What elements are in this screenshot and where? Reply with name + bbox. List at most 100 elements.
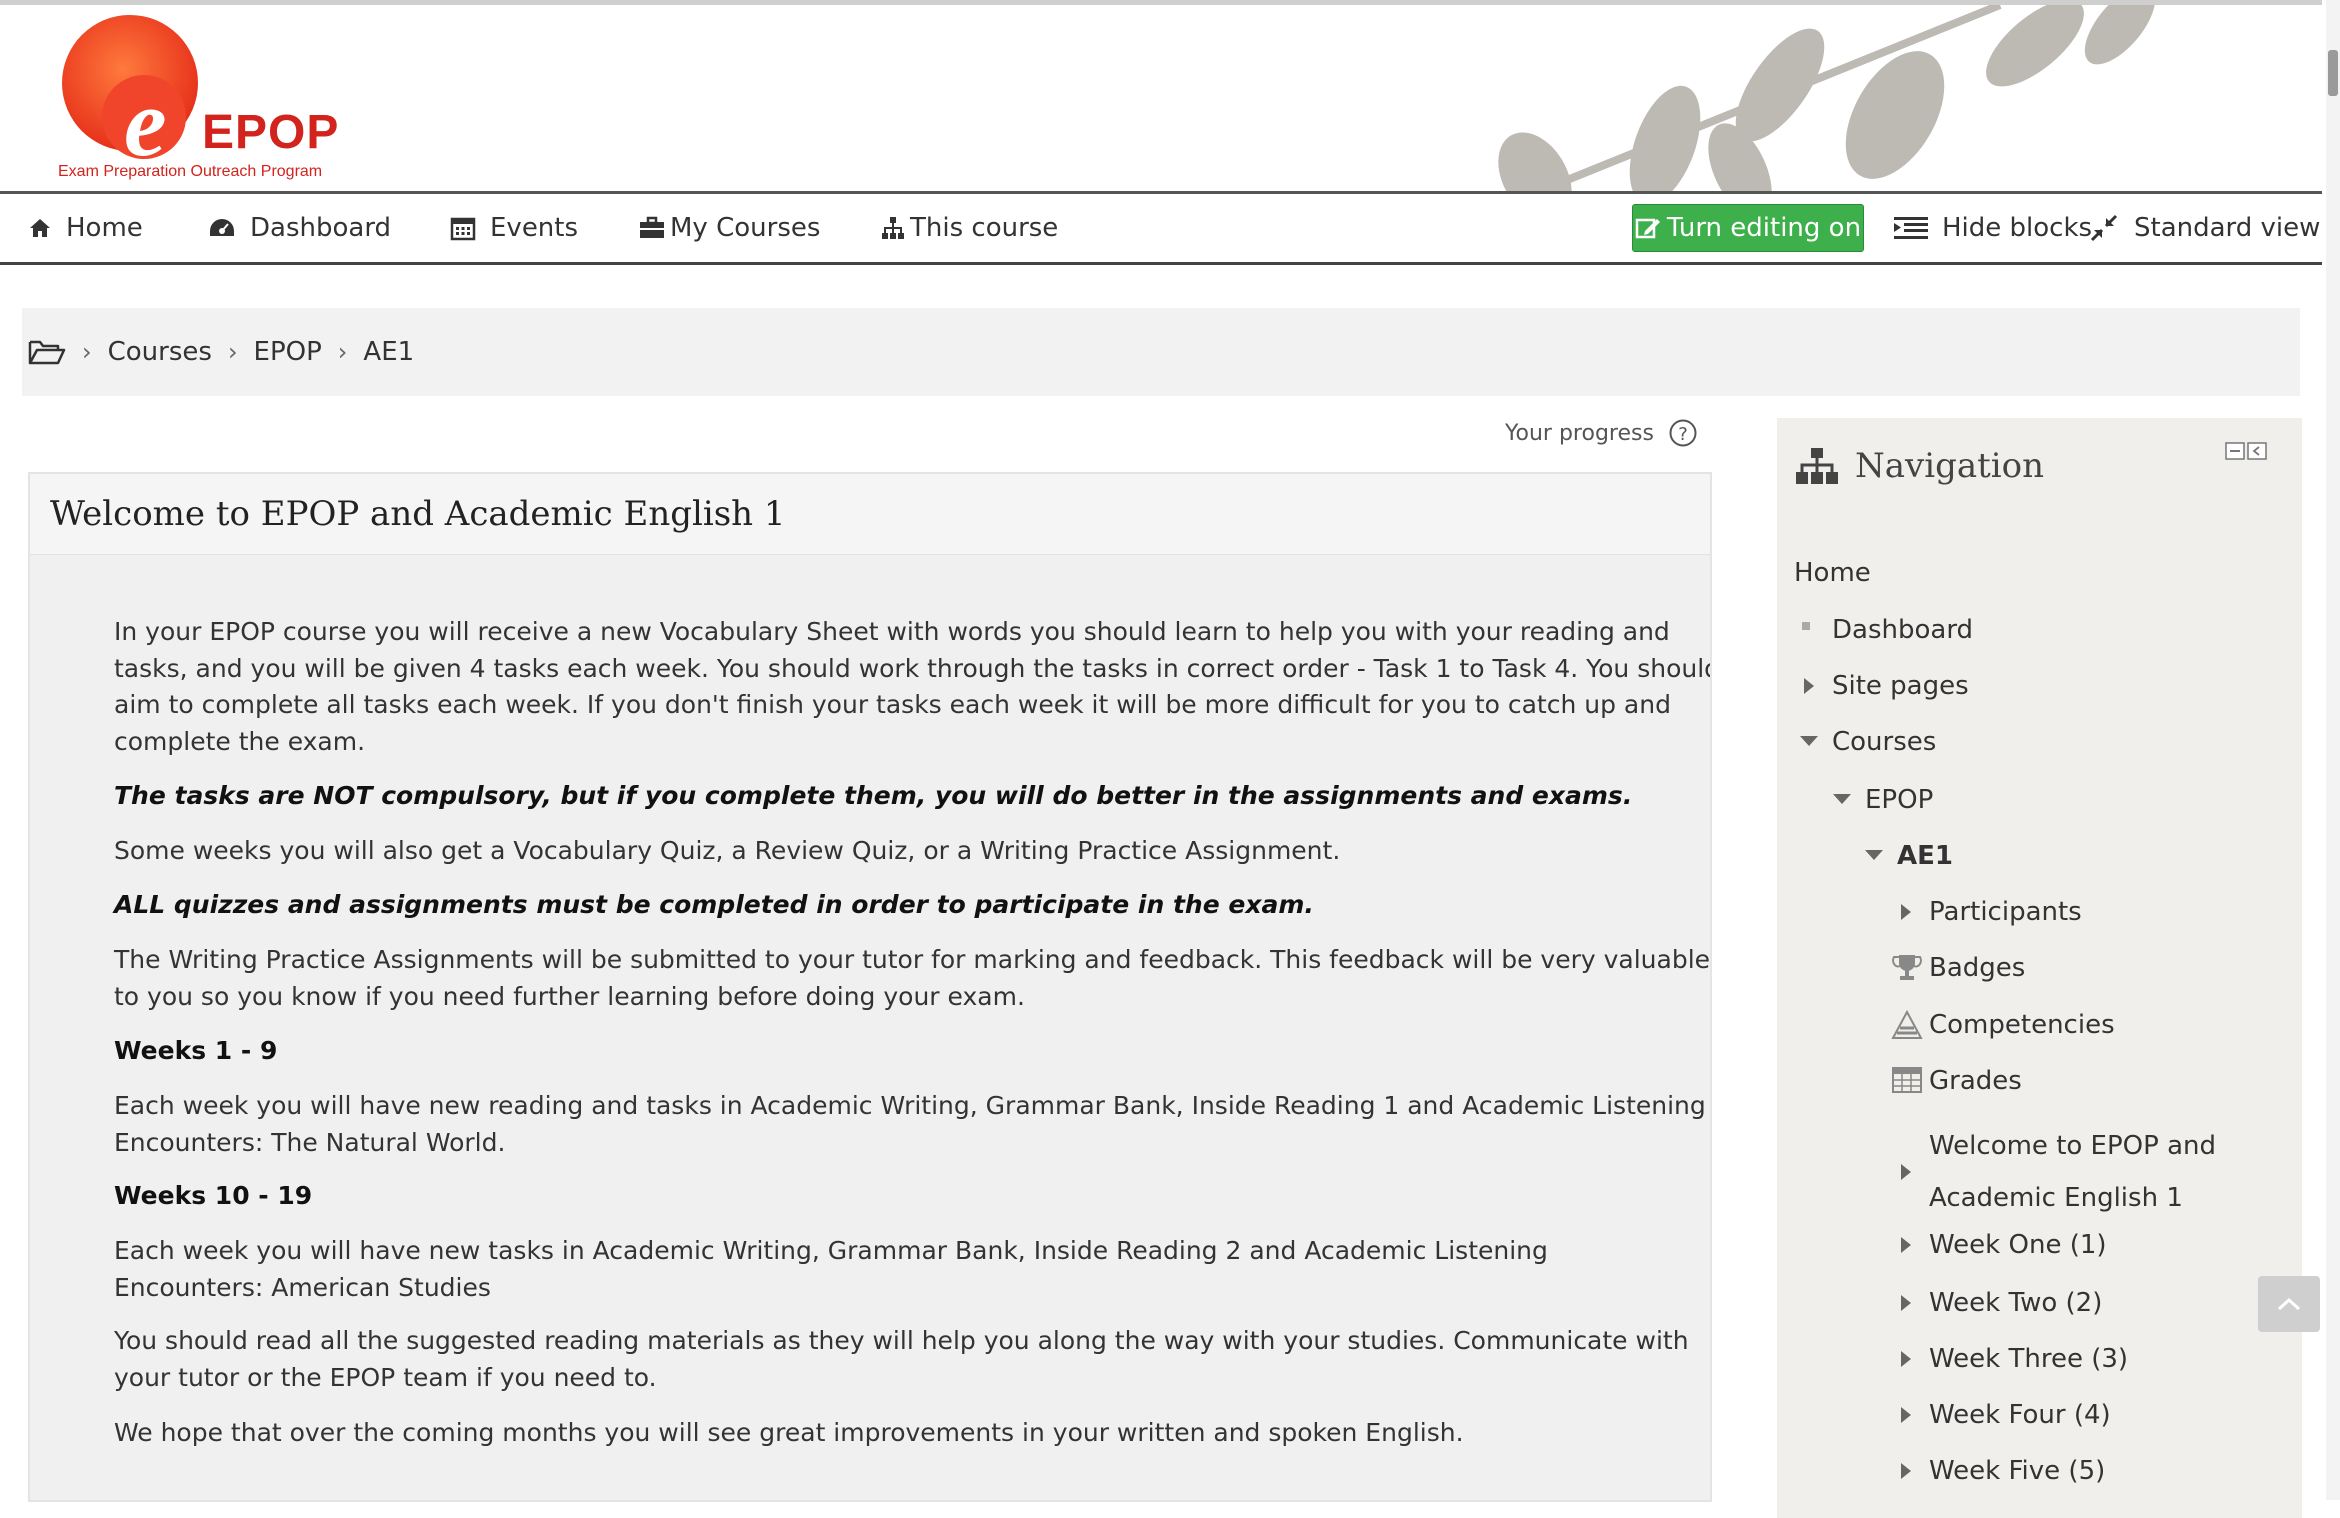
nav-tree-week-1-label: Week One (1) [1929,1230,2107,1260]
breadcrumb-courses[interactable]: Courses [108,337,212,367]
nav-tree-competencies[interactable]: Competencies [1891,1010,2115,1040]
briefcase-icon [640,216,664,238]
intro-paragraph: In your EPOP course you will receive a n… [114,617,1712,756]
quizzes-paragraph: Some weeks you will also get a Vocabular… [114,836,1341,865]
nav-tree-week-5[interactable]: Week Five (5) [1897,1456,2105,1486]
breadcrumb-epop[interactable]: EPOP [254,337,322,367]
dashboard-icon [210,219,234,236]
nav-events-label: Events [490,213,579,243]
navigation-block: Navigation Home Dashboard Site pages Cou… [1777,418,2302,1518]
nav-my-courses-label: My Courses [670,213,821,243]
caret-down-icon [1865,850,1883,860]
caret-right-icon [1901,1237,1911,1253]
nav-dashboard-label: Dashboard [250,213,392,243]
logo-title: EPOP [202,106,340,159]
hide-blocks-label: Hide blocks [1942,213,2093,243]
turn-editing-on-label: Turn editing on [1666,213,1862,243]
nav-dashboard[interactable]: Dashboard [208,194,391,262]
quizzes-required-paragraph: ALL quizzes and assignments must be comp… [114,890,1314,919]
breadcrumb: › Courses › EPOP › AE1 [22,308,2300,396]
breadcrumb-ae1: AE1 [363,337,415,367]
nav-tree-home[interactable]: Home [1794,558,1871,588]
course-summary-section: Welcome to EPOP and Academic English 1 I… [28,472,1712,1502]
closing-paragraph: We hope that over the coming months you … [114,1418,1464,1447]
caret-right-icon [1901,1351,1911,1367]
your-progress: Your progress ? [1505,418,1698,448]
nav-home[interactable]: Home [28,194,143,262]
nav-tree-epop-label: EPOP [1865,785,1934,815]
nav-home-label: Home [66,213,143,243]
nav-tree-competencies-label: Competencies [1929,1010,2115,1040]
back-to-top-button[interactable] [2258,1276,2320,1332]
trophy-icon [1892,955,1922,980]
hide-blocks-button[interactable]: Hide blocks [1894,194,2092,262]
nav-tree-participants[interactable]: Participants [1897,897,2082,927]
section-title-bar: Welcome to EPOP and Academic English 1 [30,474,1710,555]
nav-tree-week-1[interactable]: Week One (1) [1897,1230,2107,1260]
nav-tree-badges-label: Badges [1929,953,2026,983]
logo-subtitle: Exam Preparation Outreach Program [58,163,323,180]
section-title: Welcome to EPOP and Academic English 1 [50,494,786,534]
dock-block-icon[interactable] [2247,442,2267,460]
scrollbar-thumb[interactable] [2328,50,2338,96]
nav-tree-welcome-line2: Academic English 1 [1929,1183,2183,1213]
nav-tree-week-2[interactable]: Week Two (2) [1897,1288,2102,1318]
breadcrumb-separator: › [227,338,238,366]
nav-tree-week-2-label: Week Two (2) [1929,1288,2103,1318]
nav-tree-courses-label: Courses [1832,727,1937,757]
caret-right-icon [1804,678,1814,694]
sitemap-icon [882,217,904,239]
logo-letter: e [124,69,167,176]
folder-open-icon[interactable] [28,338,66,366]
help-icon[interactable]: ? [1668,418,1698,448]
nav-tree-grades-label: Grades [1929,1066,2022,1096]
standard-view-label: Standard view [2134,213,2321,243]
caret-right-icon [1901,1164,1911,1180]
caret-right-icon [1901,904,1911,920]
nav-tree-grades[interactable]: Grades [1891,1066,2022,1096]
top-navbar: Home Dashboard Events My Courses This co… [0,191,2322,265]
caret-down-icon [1833,794,1851,804]
nav-tree-home-label: Home [1794,558,1871,588]
nav-this-course[interactable]: This course [880,194,1058,262]
nav-tree-epop[interactable]: EPOP [1831,785,1933,815]
nav-tree-welcome-section[interactable]: Welcome to EPOP and Academic English 1 [1897,1120,2216,1224]
compress-icon [2090,214,2118,242]
nav-tree-participants-label: Participants [1929,897,2082,927]
turn-editing-on-button[interactable]: Turn editing on [1632,204,1864,252]
weeks-10-19-paragraph: Each week you will have new tasks in Aca… [114,1236,1548,1302]
nav-tree-ae1[interactable]: AE1 [1863,841,1953,871]
caret-right-icon [1901,1463,1911,1479]
nav-tree-dashboard[interactable]: Dashboard [1802,615,1973,645]
nav-tree-week-3-label: Week Three (3) [1929,1344,2129,1374]
reading-materials-paragraph: You should read all the suggested readin… [114,1326,1689,1392]
hide-blocks-icon [1894,217,1928,239]
tasks-note-paragraph: The tasks are NOT compulsory, but if you… [114,781,1633,810]
nav-tree-site-pages[interactable]: Site pages [1802,671,1969,701]
collapse-block-icon[interactable] [2225,442,2245,460]
caret-right-icon [1901,1295,1911,1311]
nav-my-courses[interactable]: My Courses [638,194,820,262]
nav-events[interactable]: Events [450,194,578,262]
nav-tree-week-3[interactable]: Week Three (3) [1897,1344,2128,1374]
nav-tree-dashboard-label: Dashboard [1832,615,1974,645]
breadcrumb-separator: › [82,338,92,366]
writing-practice-paragraph: The Writing Practice Assignments will be… [114,945,1711,1011]
standard-view-button[interactable]: Standard view [2090,194,2320,262]
caret-right-icon [1901,1407,1911,1423]
svg-text:?: ? [1678,424,1688,445]
home-icon [30,219,50,237]
nav-tree-week-4[interactable]: Week Four (4) [1897,1400,2111,1430]
chevron-up-icon [2277,1297,2301,1311]
competencies-icon [1891,1010,1923,1039]
page-scrollbar[interactable] [2326,0,2340,1500]
nav-tree-site-pages-label: Site pages [1832,671,1969,701]
nav-this-course-label: This course [910,213,1059,243]
nav-tree-welcome-line1: Welcome to EPOP and [1929,1131,2216,1161]
nav-tree-courses[interactable]: Courses [1798,727,1936,757]
caret-down-icon [1800,736,1818,746]
sitemap-icon [1796,448,1838,484]
your-progress-label: Your progress [1505,420,1654,446]
grades-table-icon [1892,1067,1922,1093]
nav-tree-badges[interactable]: Badges [1891,953,2025,983]
